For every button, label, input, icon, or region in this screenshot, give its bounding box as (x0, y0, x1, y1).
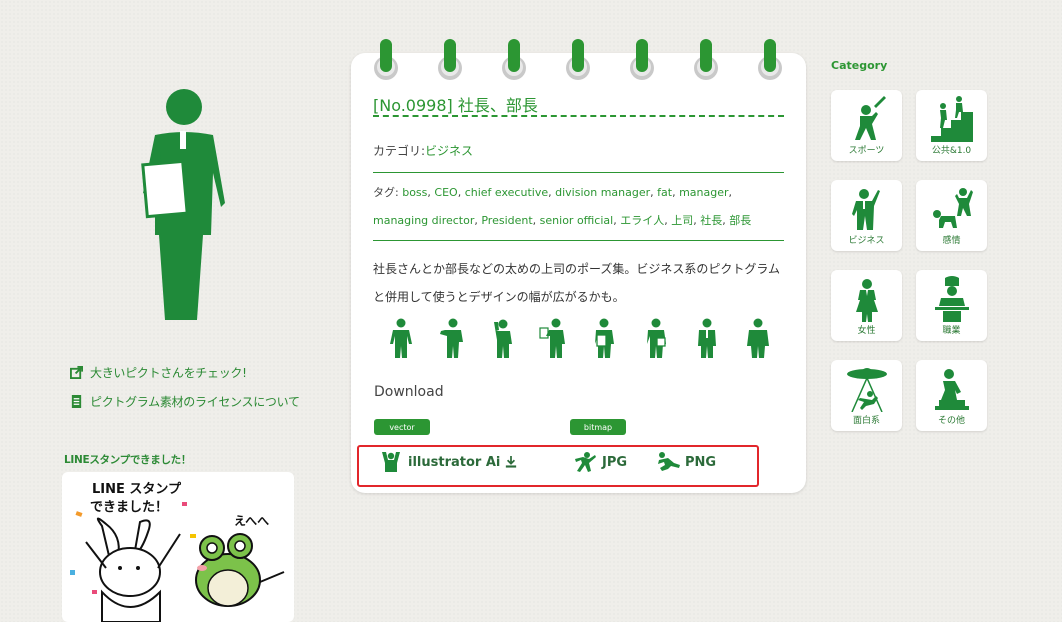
license-link[interactable]: ピクトグラム素材のライセンスについて (70, 393, 300, 410)
boss-pose-thinking-icon[interactable] (490, 318, 516, 360)
notebook-ring (373, 39, 399, 80)
category-label: 面白系 (852, 416, 880, 426)
tags-divider (373, 240, 784, 241)
post-category: カテゴリ:ビジネス (373, 142, 473, 159)
post-title: [No.0998] 社長、部長 (373, 96, 538, 115)
running-figure-icon (575, 452, 596, 472)
boss-pose-pointing-icon[interactable] (439, 318, 465, 360)
tag-link[interactable]: manager (679, 186, 728, 199)
download-png-button[interactable]: PNG (656, 451, 716, 473)
category-tile-occupation[interactable]: 職業 (916, 270, 987, 341)
category-link-business[interactable]: ビジネス (425, 144, 473, 158)
cheering-figure-icon (382, 452, 400, 472)
category-divider (373, 172, 784, 173)
category-tile-other[interactable]: その他 (916, 360, 987, 431)
external-link-icon (70, 366, 83, 379)
tag-link[interactable]: managing director (373, 214, 474, 227)
category-label: スポーツ (848, 146, 885, 156)
vector-badge: vector (374, 419, 430, 435)
category-label: その他 (937, 416, 965, 426)
category-heading: Category (831, 59, 888, 72)
chef-icon (935, 276, 969, 322)
tag-link[interactable]: division manager (555, 186, 650, 199)
bitmap-badge: bitmap (570, 419, 626, 435)
notebook-ring (565, 39, 591, 80)
tag-link[interactable]: エライ人 (620, 214, 664, 227)
tag-link[interactable]: fat (657, 186, 672, 199)
sliding-figure-icon (658, 452, 680, 471)
tag-link[interactable]: boss (402, 186, 427, 199)
notebook-ring (437, 39, 463, 80)
big-pictogram-link-label: 大きいピクトさんをチェック! (90, 366, 247, 380)
boss-pose-hands-behind-icon[interactable] (694, 318, 720, 360)
category-tile-business[interactable]: ビジネス (831, 180, 902, 251)
document-icon (71, 395, 82, 408)
download-heading: Download (374, 384, 444, 400)
woman-icon (856, 279, 878, 322)
tag-link[interactable]: 社長 (700, 214, 722, 227)
notebook-ring (501, 39, 527, 80)
category-label: カテゴリ: (373, 144, 426, 158)
download-png-label: PNG (685, 454, 717, 470)
baseball-batter-icon (855, 96, 886, 140)
category-label: 職業 (942, 326, 961, 336)
line-sticker-heading: LINEスタンプできました！ (64, 454, 192, 466)
ufo-abduction-icon (847, 368, 887, 412)
download-jpg-button[interactable]: JPG (573, 451, 627, 473)
tags-label: タグ: (373, 186, 399, 199)
stairs-people-icon (931, 96, 973, 142)
download-illustrator-button[interactable]: illustrator Ai (379, 451, 517, 473)
post-description: 社長さんとか部長などの太めの上司のポーズ集。ビジネス系のピクトグラムと併用して使… (373, 262, 781, 304)
big-pictogram-link[interactable]: 大きいピクトさんをチェック! (70, 364, 247, 381)
download-icon (506, 456, 517, 468)
category-label: 女性 (857, 326, 876, 336)
rabbit-and-frog-illustration (70, 502, 285, 622)
boss-pose-presenting-icon[interactable] (539, 318, 565, 360)
category-tile-funny[interactable]: 面白系 (831, 360, 902, 431)
download-illustrator-label: illustrator Ai (408, 454, 501, 470)
category-label: 感情 (942, 236, 961, 246)
boss-pose-holding-icon[interactable] (643, 318, 669, 360)
title-divider (373, 115, 784, 117)
boss-pose-standing-icon[interactable] (388, 318, 414, 360)
category-tile-public[interactable]: 公共&1.0 (916, 90, 987, 161)
category-tile-emotions[interactable]: 感情 (916, 180, 987, 251)
boss-with-paper-pictogram (141, 89, 225, 320)
boss-pose-with-paper-icon[interactable] (591, 318, 617, 360)
category-label: 公共&1.0 (931, 146, 972, 156)
tag-link[interactable]: 部長 (729, 214, 751, 227)
boss-pose-back-icon[interactable] (745, 318, 771, 360)
category-tile-woman[interactable]: 女性 (831, 270, 902, 341)
tag-link[interactable]: senior official (540, 214, 614, 227)
category-tile-sports[interactable]: スポーツ (831, 90, 902, 161)
line-sticker-banner[interactable]: LINE スタンプ できました！ えへへ (62, 472, 294, 622)
other-figure-icon (935, 369, 969, 410)
tag-link[interactable]: CEO (434, 186, 457, 199)
category-label: ビジネス (848, 236, 885, 246)
tag-link[interactable]: chief executive (465, 186, 548, 199)
license-link-label: ピクトグラム素材のライセンスについて (90, 395, 300, 409)
post-tags: タグ: boss, CEO, chief executive, division… (373, 186, 752, 227)
emotions-icon (933, 188, 973, 228)
tag-link[interactable]: 上司 (671, 214, 693, 227)
notebook-ring (757, 39, 783, 80)
notebook-ring (693, 39, 719, 80)
presenter-icon (852, 189, 880, 230)
tag-link[interactable]: President (481, 214, 532, 227)
download-jpg-label: JPG (602, 454, 628, 470)
notebook-ring (629, 39, 655, 80)
